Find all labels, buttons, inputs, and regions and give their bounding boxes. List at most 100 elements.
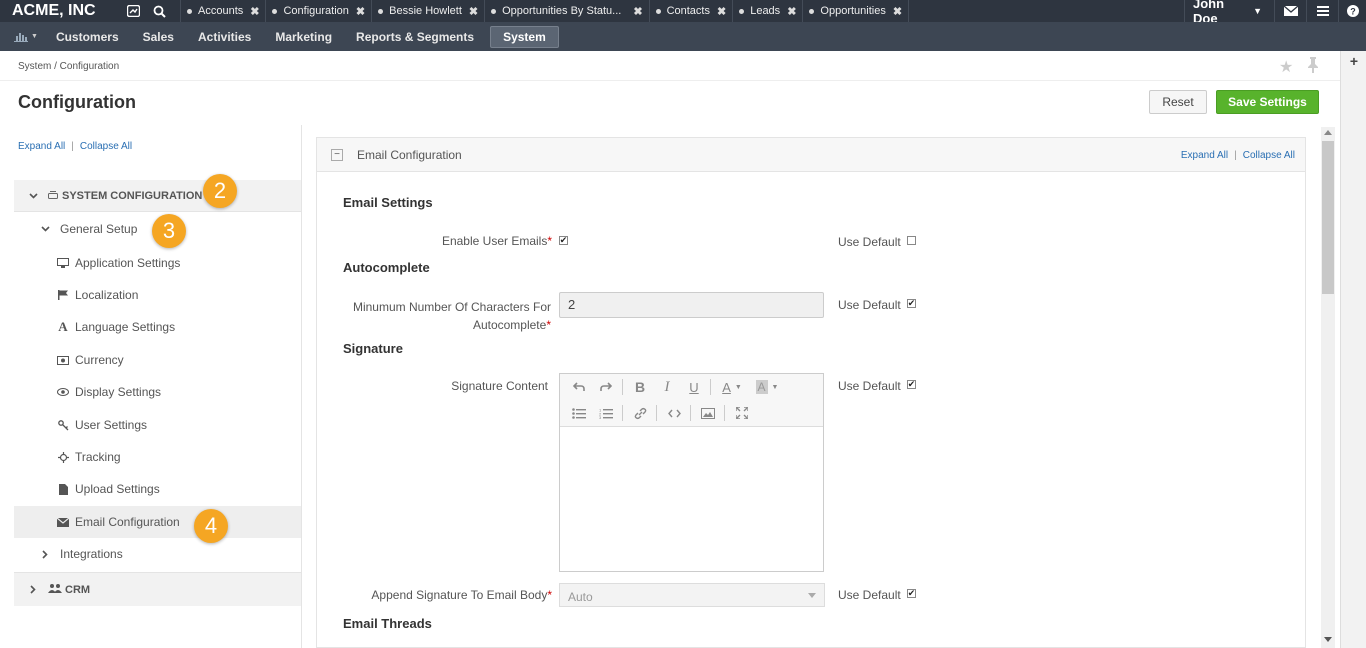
fullscreen-icon[interactable] [731, 403, 753, 423]
tree-item-currency[interactable]: Currency [14, 344, 301, 376]
close-icon[interactable]: ✖ [717, 5, 726, 18]
panel-expand-collapse: Expand All | Collapse All [1180, 150, 1295, 161]
undo-icon[interactable] [568, 377, 590, 397]
user-menu[interactable]: John Doe ▼ [1184, 0, 1274, 26]
tree-item-localization[interactable]: Localization [14, 279, 301, 311]
nav-reports-segments[interactable]: Reports & Segments [344, 26, 486, 48]
close-icon[interactable]: ✖ [356, 5, 365, 18]
close-icon[interactable]: ✖ [787, 5, 796, 18]
text-color-icon[interactable]: A ▼ [717, 377, 747, 397]
scroll-up-icon[interactable] [1324, 130, 1332, 135]
link-icon[interactable] [629, 403, 651, 423]
scrollbar-thumb[interactable] [1322, 141, 1334, 294]
use-default-label: Use Default [838, 588, 901, 602]
search-icon[interactable] [146, 0, 172, 22]
min-chars-input[interactable]: 2 [559, 292, 824, 318]
tab-contacts[interactable]: Contacts ✖ [648, 0, 733, 22]
tree-item-user-settings[interactable]: User Settings [14, 409, 301, 441]
star-icon[interactable]: ★ [1279, 57, 1293, 77]
signature-editor: B I U A ▼ A ▼ 123 [559, 373, 824, 572]
tree-item-display-settings[interactable]: Display Settings [14, 376, 301, 408]
append-signature-select[interactable]: Auto [559, 583, 825, 607]
monitor-icon [56, 258, 70, 268]
toolbar-divider [690, 405, 691, 421]
panel-header: − Email Configuration [317, 138, 1305, 172]
toolbar-divider [724, 405, 725, 421]
tree-item-tracking[interactable]: Tracking [14, 441, 301, 473]
use-default-append-checkbox[interactable]: ✔ [907, 589, 916, 598]
tree-item-email-configuration[interactable]: Email Configuration [14, 506, 301, 538]
pin-icon[interactable] [1307, 57, 1319, 76]
nav-marketing[interactable]: Marketing [263, 26, 344, 48]
close-icon[interactable]: ✖ [893, 5, 902, 18]
tab-configuration[interactable]: Configuration ✖ [265, 0, 371, 22]
signature-content-area[interactable] [560, 427, 823, 571]
expand-all-link[interactable]: Expand All [18, 141, 65, 152]
right-rail: + [1340, 51, 1366, 648]
tree-item-language-settings[interactable]: A Language Settings [14, 311, 301, 343]
append-signature-label: Append Signature To Email Body* [371, 588, 552, 602]
use-default-signature-checkbox[interactable]: ✔ [907, 380, 916, 389]
plus-icon[interactable]: + [1341, 51, 1366, 71]
save-settings-button[interactable]: Save Settings [1216, 90, 1319, 114]
toolbar-divider [656, 405, 657, 421]
top-right-controls: John Doe ▼ ? [1184, 0, 1366, 26]
panel-expand-all-link[interactable]: Expand All [1181, 150, 1228, 161]
numbered-list-icon[interactable]: 123 [595, 403, 617, 423]
use-default-enable-checkbox[interactable] [907, 236, 916, 245]
enable-user-emails-checkbox[interactable]: ✔ [559, 236, 568, 245]
redo-icon[interactable] [595, 377, 617, 397]
nav-sales[interactable]: Sales [131, 26, 186, 48]
close-icon[interactable]: ✖ [633, 5, 642, 18]
bold-icon[interactable]: B [629, 377, 651, 397]
chevron-down-icon [40, 224, 50, 234]
mail-icon[interactable] [1274, 0, 1306, 22]
menu-icon[interactable] [1306, 0, 1338, 22]
code-icon[interactable] [663, 403, 685, 423]
tree-item-application-settings[interactable]: Application Settings [14, 247, 301, 279]
tab-accounts[interactable]: Accounts ✖ [180, 0, 265, 22]
reset-button[interactable]: Reset [1149, 90, 1207, 114]
chevron-right-icon [28, 585, 38, 595]
tab-opportunities-by-status[interactable]: Opportunities By Statu... ✖ [484, 0, 648, 22]
tab-dot-icon [378, 8, 384, 14]
scroll-down-icon[interactable] [1324, 637, 1332, 642]
close-icon[interactable]: ✖ [469, 5, 478, 18]
tab-leads[interactable]: Leads ✖ [732, 0, 802, 22]
image-icon[interactable] [697, 403, 719, 423]
help-icon[interactable]: ? [1338, 0, 1366, 22]
panel-collapse-all-link[interactable]: Collapse All [1243, 150, 1295, 161]
page-scrollbar[interactable] [1321, 127, 1335, 648]
file-icon [56, 483, 70, 495]
eye-icon [56, 388, 70, 396]
italic-icon[interactable]: I [656, 377, 678, 397]
nav-customers[interactable]: Customers [44, 26, 131, 48]
section-autocomplete: Autocomplete [343, 260, 430, 275]
svg-text:?: ? [1350, 7, 1356, 17]
close-icon[interactable]: ✖ [250, 5, 259, 18]
tree-crm[interactable]: CRM [14, 572, 301, 606]
tree-expand-collapse: Expand All | Collapse All [18, 141, 133, 152]
nav-system[interactable]: System [490, 25, 559, 48]
top-bar: ACME, INC Accounts ✖ Configuration ✖ Bessi… [0, 0, 1366, 26]
background-color-icon[interactable]: A ▼ [752, 377, 782, 397]
breadcrumb: System / Configuration [18, 61, 120, 72]
step-badge: 4 [194, 509, 228, 543]
tree-system-configuration[interactable]: SYSTEM CONFIGURATION [14, 180, 301, 212]
brand-logo[interactable]: ACME, INC [0, 2, 120, 20]
collapse-all-link[interactable]: Collapse All [80, 141, 132, 152]
bullet-list-icon[interactable] [568, 403, 590, 423]
section-email-threads: Email Threads [343, 616, 432, 631]
underline-icon[interactable]: U [683, 377, 705, 397]
use-default-min-chars-checkbox[interactable]: ✔ [907, 299, 916, 308]
nav-activities[interactable]: Activities [186, 26, 263, 48]
use-default-label: Use Default [838, 379, 901, 393]
crosshair-icon [56, 451, 70, 463]
tab-bessie-howlett[interactable]: Bessie Howlett ✖ [371, 0, 484, 22]
nav-dashboard-menu[interactable]: ▼ [8, 26, 44, 48]
tree-integrations[interactable]: Integrations [14, 538, 301, 570]
collapse-icon[interactable]: − [331, 148, 343, 161]
tab-opportunities[interactable]: Opportunities ✖ [802, 0, 910, 22]
tree-item-upload-settings[interactable]: Upload Settings [14, 473, 301, 505]
dashboard-icon[interactable] [120, 0, 146, 22]
